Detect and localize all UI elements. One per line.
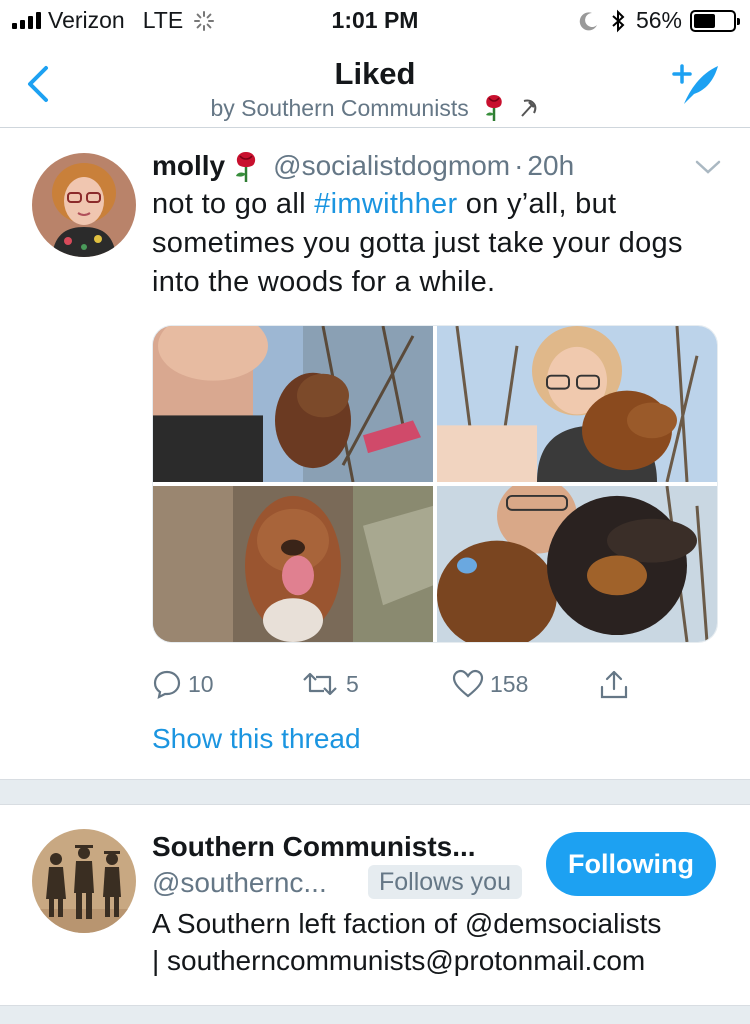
- tweet-photo-2[interactable]: [437, 326, 717, 482]
- separator-dot: ·: [514, 150, 524, 181]
- retweet-icon: [303, 672, 337, 696]
- following-button[interactable]: Following: [546, 832, 716, 896]
- battery-percent: 56%: [635, 7, 682, 33]
- battery-fill: [694, 13, 716, 28]
- moon-icon: [579, 11, 597, 30]
- section-divider-bottom: [0, 1005, 750, 1024]
- nav-header: Liked by Southern Communists: [0, 40, 750, 128]
- tweet-time: 20h: [527, 150, 575, 181]
- tweet-photo-3[interactable]: [153, 486, 433, 642]
- user-handle[interactable]: @southernc...: [152, 867, 327, 899]
- user-card[interactable]: Southern Communists... @southernc... Fol…: [0, 805, 750, 1005]
- hashtag-link[interactable]: #imwithher: [314, 188, 457, 220]
- user-bio-line-1: A Southern left faction of @demsocialist…: [152, 908, 662, 939]
- chevron-down-icon[interactable]: [694, 157, 722, 177]
- user-bio-line-2: | southerncommunists@protonmail.com: [152, 945, 646, 976]
- section-divider: [0, 779, 750, 805]
- tweet-avatar[interactable]: [32, 153, 136, 257]
- hammer-sickle-icon: [520, 99, 536, 117]
- bluetooth-icon: [612, 9, 625, 32]
- tweet-author-name[interactable]: molly: [152, 150, 225, 182]
- retweet-count: 5: [346, 670, 359, 697]
- tweet-text: not to go all #imwithher on y’all, but s…: [152, 185, 692, 302]
- user-avatar[interactable]: [32, 829, 136, 933]
- status-right: 56%: [578, 7, 740, 34]
- share-icon: [600, 670, 628, 699]
- tweet-text-start: not to go all: [152, 188, 315, 220]
- tweet-handle[interactable]: @socialistdogmom: [273, 150, 510, 182]
- show-thread-link[interactable]: Show this thread: [152, 723, 361, 755]
- tweet-header: molly @socialistdogmom · 20h: [152, 149, 574, 183]
- compose-tweet-icon[interactable]: [670, 60, 722, 110]
- tweet-actions: 10 5 158: [152, 669, 652, 705]
- subtitle-text: by Southern Communists: [210, 95, 469, 121]
- follows-you-badge: Follows you: [368, 865, 522, 899]
- battery-icon: [690, 9, 740, 32]
- tweet-media-grid: [152, 325, 718, 643]
- status-bar: Verizon LTE 1:01 PM 56%: [0, 0, 750, 40]
- reply-count: 10: [188, 670, 214, 697]
- user-bio: A Southern left faction of @demsocialist…: [152, 905, 732, 979]
- rose-icon: [486, 95, 502, 121]
- share-action[interactable]: [598, 669, 636, 701]
- retweet-action[interactable]: 5: [300, 669, 359, 699]
- page-subtitle: by Southern Communists: [0, 92, 750, 122]
- like-count: 158: [490, 670, 529, 697]
- reply-action[interactable]: 10: [152, 669, 214, 699]
- user-name[interactable]: Southern Communists...: [152, 831, 476, 863]
- tweet[interactable]: molly @socialistdogmom · 20h not to go a…: [0, 129, 750, 779]
- tweet-photo-4[interactable]: [437, 486, 717, 642]
- heart-icon: [452, 669, 484, 698]
- like-action[interactable]: 158: [452, 669, 528, 699]
- reply-icon: [153, 670, 181, 699]
- rose-icon: [236, 152, 256, 182]
- page-title: Liked: [334, 56, 416, 91]
- tweet-photo-1[interactable]: [153, 326, 433, 482]
